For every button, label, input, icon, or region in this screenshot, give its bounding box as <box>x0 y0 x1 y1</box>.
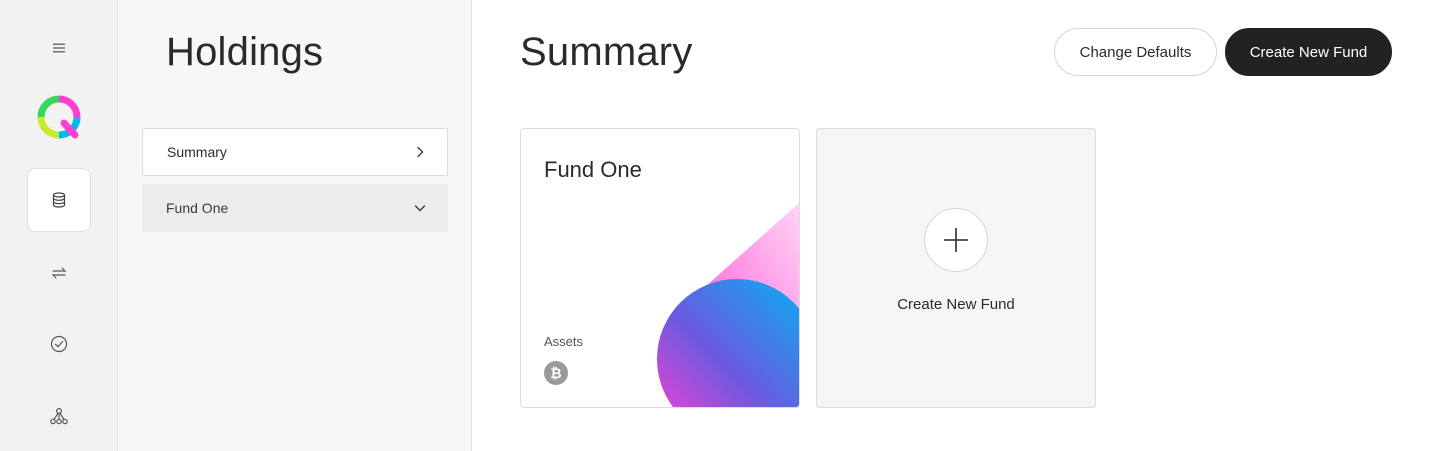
bitcoin-icon: ₿ <box>544 361 568 385</box>
change-defaults-button[interactable]: Change Defaults <box>1054 28 1217 76</box>
chevron-right-icon <box>417 146 424 158</box>
create-new-fund-label: Create New Fund <box>897 296 1015 313</box>
fund-name: Fund One <box>544 157 642 182</box>
plus-icon <box>944 228 968 252</box>
holdings-nav-button[interactable] <box>27 168 91 232</box>
panel-title: Holdings <box>166 30 324 74</box>
create-new-fund-button[interactable]: Create New Fund <box>1225 28 1392 76</box>
fund-card[interactable]: Fund One Assets ₿ <box>520 128 800 408</box>
assets-label: Assets <box>544 334 584 349</box>
logo-icon <box>37 95 81 139</box>
transfer-icon <box>51 267 67 279</box>
add-fund-button[interactable] <box>924 208 988 272</box>
transfers-nav-button[interactable] <box>27 241 91 305</box>
menu-button[interactable] <box>43 32 75 64</box>
page-title: Summary <box>520 30 693 74</box>
approvals-nav-button[interactable] <box>27 312 91 376</box>
holdings-panel: Holdings Summary Fund One <box>118 0 472 451</box>
nav-item-summary[interactable]: Summary <box>142 128 448 176</box>
chevron-down-icon <box>414 205 426 212</box>
nav-item-fund-one[interactable]: Fund One <box>142 184 448 232</box>
create-new-fund-card[interactable]: Create New Fund <box>816 128 1096 408</box>
network-nav-button[interactable] <box>27 384 91 448</box>
icon-rail <box>0 0 118 451</box>
nav-item-label: Fund One <box>166 200 229 216</box>
menu-icon <box>53 43 65 53</box>
logo[interactable] <box>37 95 81 139</box>
check-circle-icon <box>50 335 68 353</box>
app-root: Holdings Summary Fund One Summary Change… <box>0 0 1438 451</box>
database-icon <box>52 192 66 208</box>
fund-card-artwork <box>657 203 799 407</box>
nav-item-label: Summary <box>167 144 227 160</box>
network-icon <box>50 407 68 425</box>
